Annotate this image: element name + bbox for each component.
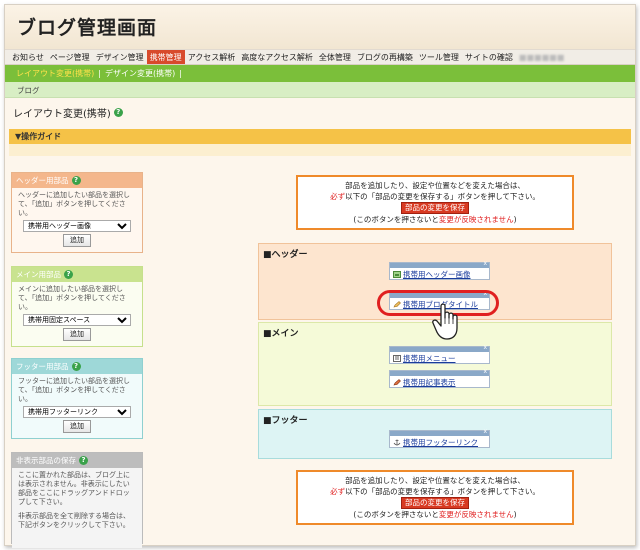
menu-item-access[interactable]: アクセス解析 <box>185 50 239 64</box>
header-area-label: ■ヘッダー <box>263 250 308 260</box>
footer-area-label: ■フッター <box>263 416 308 426</box>
menu-icon <box>393 354 401 362</box>
part-link[interactable]: 携帯用ヘッダー画像 <box>403 269 471 280</box>
hidden-parts-panel: 非表示部品の保存 ? ここに置かれた部品は、ブログ上には表示されません。非表示に… <box>11 452 143 548</box>
menu-item-design[interactable]: デザイン管理 <box>93 50 147 64</box>
help-icon[interactable]: ? <box>71 176 81 185</box>
footer-parts-panel: フッター用部品 ? フッターに追加したい部品を選択して、「追加」ボタンを押してく… <box>11 358 143 439</box>
operation-guide-toggle[interactable]: ▼操作ガイド <box>9 129 631 144</box>
main-parts-title: メイン用部品 ? <box>12 267 142 282</box>
anchor-icon <box>393 439 401 445</box>
footer-add-button[interactable]: 追加 <box>63 420 91 433</box>
image-icon <box>393 270 401 278</box>
main-add-button[interactable]: 追加 <box>63 328 91 341</box>
close-icon[interactable]: x <box>483 368 487 375</box>
hand-cursor-icon <box>432 303 458 340</box>
close-icon[interactable]: x <box>483 428 487 435</box>
app-title: ブログ管理画面 <box>17 17 158 39</box>
save-notice-line2: 以下の「部品の変更を保存する」ボタンを押して下さい。 <box>345 192 540 201</box>
part-link[interactable]: 携帯用メニュー <box>403 353 456 364</box>
save-notice-line1: 部品を追加したり、設定や位置などを変えた場合は、 <box>345 181 525 190</box>
hidden-parts-delete-description: 非表示部品を全て削除する場合は、下記ボタンをクリックして下さい。 <box>18 512 130 529</box>
save-notice-top: 部品を追加したり、設定や位置などを変えた場合は、 必ず以下の「部品の変更を保存す… <box>296 175 574 230</box>
main-menu: お知らせ ページ管理 デザイン管理 携帯管理 アクセス解析 高度なアクセス解析 … <box>5 49 635 65</box>
submenu-design-mobile[interactable]: デザイン変更(携帯) <box>102 68 178 79</box>
save-parts-button[interactable]: 部品の変更を保存 <box>401 497 469 509</box>
main-parts-description: メインに追加したい部品を選択して、「追加」ボタンを押してください。 <box>18 285 126 311</box>
save-notice-must: 必ず <box>330 487 346 496</box>
part-link[interactable]: 携帯用記事表示 <box>403 377 456 388</box>
menu-item-advanced-access[interactable]: 高度なアクセス解析 <box>238 50 316 64</box>
page-header: レイアウト変更(携帯) ? <box>5 98 635 126</box>
part-mobile-footer-link[interactable]: x 携帯用フッターリンク <box>389 428 490 448</box>
footer-parts-title: フッター用部品 ? <box>12 359 142 374</box>
sub-menu: レイアウト変更(携帯) | デザイン変更(携帯) | <box>5 65 635 82</box>
close-icon[interactable]: x <box>483 344 487 351</box>
part-mobile-article[interactable]: x 携帯用記事表示 <box>389 368 490 388</box>
footer-parts-select[interactable]: 携帯用フッターリンク <box>23 406 131 418</box>
menu-item-blurred[interactable]: ■■■■■■ <box>516 50 567 64</box>
help-icon[interactable]: ? <box>64 270 73 279</box>
breadcrumb[interactable]: ブログ <box>5 82 635 98</box>
main-parts-panel: メイン用部品 ? メインに追加したい部品を選択して、「追加」ボタンを押してくださ… <box>11 266 143 347</box>
menu-item-global[interactable]: 全体管理 <box>316 50 354 64</box>
header-parts-panel: ヘッダー用部品 ? ヘッダーに追加したい部品を選択して、「追加」ボタンを押してく… <box>11 172 143 253</box>
part-mobile-header-image[interactable]: x 携帯用ヘッダー画像 <box>389 260 490 280</box>
main-parts-select[interactable]: 携帯用固定スペース <box>23 314 131 326</box>
hidden-parts-dropzone[interactable]: ここに置かれた部品は、ブログ上には表示されません。非表示にしたい部品をここにドラ… <box>12 468 142 548</box>
hidden-parts-description: ここに置かれた部品は、ブログ上には表示されません。非表示にしたい部品をここにドラ… <box>18 471 130 506</box>
menu-item-mobile[interactable]: 携帯管理 <box>146 50 185 64</box>
footer-parts-description: フッターに追加したい部品を選択して、「追加」ボタンを押してください。 <box>18 377 130 403</box>
help-icon[interactable]: ? <box>71 362 81 371</box>
save-notice-bottom: 部品を追加したり、設定や位置などを変えた場合は、 必ず以下の「部品の変更を保存す… <box>296 470 574 525</box>
operation-guide-body <box>9 144 631 156</box>
save-notice-must: 必ず <box>330 192 346 201</box>
menu-item-tools[interactable]: ツール管理 <box>416 50 462 64</box>
submenu-separator: | <box>179 69 182 78</box>
header-add-button[interactable]: 追加 <box>63 234 91 247</box>
save-notice-line1: 部品を追加したり、設定や位置などを変えた場合は、 <box>345 476 525 485</box>
save-notice-line2: 以下の「部品の変更を保存する」ボタンを押して下さい。 <box>345 487 540 496</box>
header-parts-body: ヘッダーに追加したい部品を選択して、「追加」ボタンを押してください。 携帯用ヘッ… <box>12 188 142 252</box>
menu-item-pages[interactable]: ページ管理 <box>47 50 93 64</box>
footer-parts-body: フッターに追加したい部品を選択して、「追加」ボタンを押してください。 携帯用フッ… <box>12 374 142 438</box>
hidden-parts-title: 非表示部品の保存 ? <box>12 453 142 468</box>
menu-item-rebuild[interactable]: ブログの再構築 <box>354 50 416 64</box>
save-parts-button[interactable]: 部品の変更を保存 <box>401 202 469 214</box>
part-link[interactable]: 携帯用フッターリンク <box>403 437 478 448</box>
close-icon[interactable]: x <box>483 260 487 267</box>
help-icon[interactable]: ? <box>113 107 123 117</box>
header-parts-select[interactable]: 携帯用ヘッダー画像 <box>23 220 131 232</box>
pencil-icon <box>393 378 401 385</box>
help-icon[interactable]: ? <box>79 456 88 465</box>
menu-item-site-check[interactable]: サイトの確認 <box>462 50 516 64</box>
page-title: レイアウト変更(携帯) <box>13 108 111 120</box>
part-mobile-menu[interactable]: x 携帯用メニュー <box>389 344 490 364</box>
header-parts-title: ヘッダー用部品 ? <box>12 173 142 188</box>
title-bar: ブログ管理画面 <box>5 5 635 49</box>
main-parts-body: メインに追加したい部品を選択して、「追加」ボタンを押してください。 携帯用固定ス… <box>12 282 142 346</box>
header-parts-description: ヘッダーに追加したい部品を選択して、「追加」ボタンを押してください。 <box>18 191 130 217</box>
submenu-layout-mobile[interactable]: レイアウト変更(携帯) <box>13 68 97 79</box>
menu-item-news[interactable]: お知らせ <box>9 50 47 64</box>
